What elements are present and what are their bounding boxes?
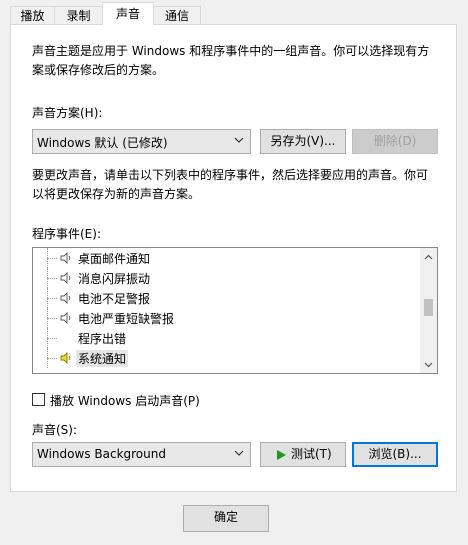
speaker-icon	[60, 272, 71, 284]
list-item[interactable]: 程序出错	[33, 328, 428, 348]
list-item-label: 电池不足警报	[78, 292, 151, 306]
list-item-label: 程序出错	[78, 332, 127, 346]
tree-line	[47, 358, 57, 359]
tree-line	[47, 318, 57, 319]
chevron-up-icon[interactable]	[424, 253, 433, 262]
list-scrollbar[interactable]	[420, 248, 437, 373]
play-startup-label: 播放 Windows 启动声音(P)	[50, 394, 200, 408]
tab-playback[interactable]: 播放	[10, 6, 55, 24]
tree-line	[47, 258, 57, 259]
list-item-label: 系统通知	[76, 350, 129, 367]
events-label: 程序事件(E):	[32, 227, 101, 241]
list-item-label: 消息闪屏振动	[78, 272, 151, 286]
speaker-icon	[60, 312, 71, 324]
change-instructions: 要更改声音，请单击以下列表中的程序事件，然后选择要应用的声音。你可以将更改保存为…	[32, 168, 429, 201]
list-item-selected[interactable]: 系统通知	[33, 348, 428, 368]
play-startup-checkbox[interactable]	[32, 393, 45, 406]
list-item[interactable]: 电池严重短缺警报	[33, 308, 428, 328]
browse-button[interactable]: 浏览(B)...	[352, 442, 438, 467]
tab-sounds[interactable]: 声音	[102, 2, 154, 25]
tab-label: 通信	[164, 9, 189, 23]
scrollbar-thumb[interactable]	[424, 299, 433, 316]
test-button-label: 测试(T)	[291, 447, 332, 461]
tab-label: 播放	[20, 9, 45, 23]
chevron-down-icon	[234, 450, 244, 456]
scheme-select[interactable]: Windows 默认 (已修改)	[32, 129, 251, 154]
test-button[interactable]: 测试(T)	[260, 442, 346, 467]
sound-label: 声音(S):	[32, 423, 78, 437]
delete-button[interactable]: 删除(D)	[352, 129, 438, 154]
ok-button[interactable]: 确定	[183, 505, 269, 532]
list-item[interactable]: 消息闪屏振动	[33, 268, 428, 288]
speaker-icon	[60, 252, 71, 264]
speaker-icon	[60, 292, 71, 304]
tree-line	[47, 278, 57, 279]
tab-communications[interactable]: 通信	[153, 6, 201, 24]
speaker-icon	[60, 352, 71, 364]
play-icon	[277, 450, 286, 460]
scheme-label: 声音方案(H):	[32, 106, 103, 120]
list-item-label: 电池严重短缺警报	[78, 312, 175, 326]
sound-value: Windows Background	[37, 447, 166, 461]
program-events-list[interactable]: 桌面邮件通知 消息闪屏振动 电池不足警报 电池严重短缺警报 程序出错 系统通知	[32, 247, 438, 374]
chevron-down-icon	[234, 137, 244, 143]
tab-label: 录制	[66, 9, 91, 23]
save-as-button[interactable]: 另存为(V)...	[260, 129, 346, 154]
intro-text: 声音主题是应用于 Windows 和程序事件中的一组声音。你可以选择现有方案或保…	[32, 44, 430, 77]
scheme-value: Windows 默认 (已修改)	[37, 136, 168, 150]
tree-line	[47, 298, 57, 299]
list-item[interactable]: 桌面邮件通知	[33, 248, 428, 268]
tab-recording[interactable]: 录制	[54, 6, 103, 24]
list-item[interactable]: 电池不足警报	[33, 288, 428, 308]
tab-label: 声音	[115, 7, 140, 21]
sound-select[interactable]: Windows Background	[32, 442, 251, 467]
chevron-down-icon[interactable]	[424, 360, 433, 369]
tree-line	[47, 338, 57, 339]
list-item-label: 桌面邮件通知	[78, 252, 151, 266]
